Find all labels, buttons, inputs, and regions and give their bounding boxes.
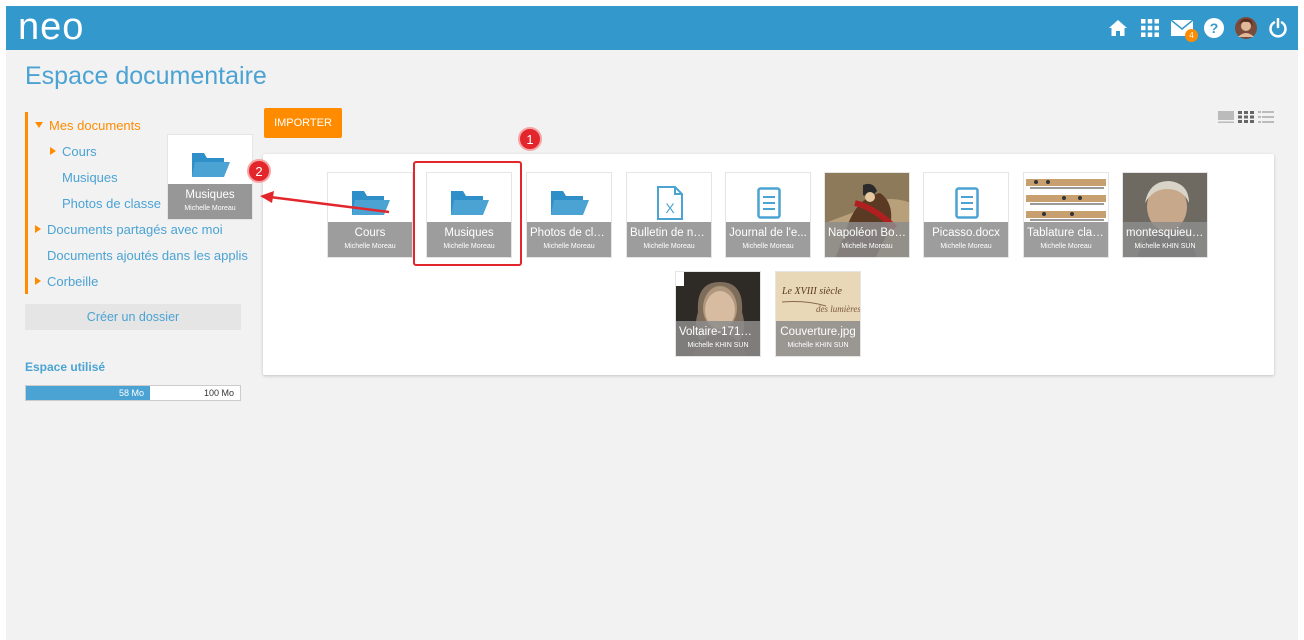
tile-name: Picasso.docx <box>932 227 1000 239</box>
tile-caption: Cours Michelle Moreau <box>328 222 412 257</box>
document-tile-napoleon[interactable]: Napoléon Bon... Michelle Moreau <box>824 172 910 258</box>
page-title: Espace documentaire <box>25 62 267 90</box>
storage-used-value: 58 Mo <box>118 388 144 398</box>
tile-owner: Michelle Moreau <box>543 243 595 250</box>
tree-item-label: Cours <box>62 143 97 159</box>
tile-caption: Couverture.jpg Michelle KHIN SUN <box>776 321 860 356</box>
document-tile-voltaire[interactable]: Voltaire-1718.... Michelle KHIN SUN <box>675 271 761 357</box>
drag-preview-musiques: Musiques Michelle Moreau <box>167 134 253 220</box>
document-tile-picasso[interactable]: Picasso.docx Michelle Moreau <box>923 172 1009 258</box>
tile-caption: Napoléon Bon... Michelle Moreau <box>825 222 909 257</box>
power-icon[interactable] <box>1266 16 1290 40</box>
svg-text:neo: neo <box>18 6 84 48</box>
document-tile-journal[interactable]: Journal de l'e... Michelle Moreau <box>725 172 811 258</box>
tree-item-label: Documents partagés avec moi <box>47 221 223 237</box>
create-folder-button[interactable]: Créer un dossier <box>25 304 241 330</box>
tile-name: Voltaire-1718.... <box>679 326 760 338</box>
tile-caption: Musiques Michelle Moreau <box>168 184 252 219</box>
tree-item-label: Corbeille <box>47 273 99 289</box>
tree-item-label: Musiques <box>62 169 118 185</box>
user-avatar[interactable] <box>1234 16 1258 40</box>
view-mode-toggles <box>1218 110 1274 124</box>
tile-owner: Michelle Moreau <box>742 243 794 250</box>
tree-item-label: Documents ajoutés dans les applis <box>47 247 248 263</box>
tile-caption: Voltaire-1718.... Michelle KHIN SUN <box>676 321 760 356</box>
tree-item-label: Photos de classe <box>62 195 162 211</box>
view-list-icon[interactable] <box>1258 110 1274 124</box>
tree-item-documents-applis[interactable]: Documents ajoutés dans les applis <box>28 242 248 268</box>
neo-logo[interactable]: neo <box>18 6 128 50</box>
tile-name: montesquieu_... <box>1126 227 1207 239</box>
tile-caption: Tablature clari... Michelle Moreau <box>1024 222 1108 257</box>
tile-caption: Picasso.docx Michelle Moreau <box>924 222 1008 257</box>
tile-name: Photos de cla... <box>530 227 610 239</box>
selection-highlight <box>413 161 522 266</box>
tile-owner: Michelle Moreau <box>940 243 992 250</box>
tree-item-label: Mes documents <box>49 117 141 133</box>
svg-text:Le XVIII siècle: Le XVIII siècle <box>781 286 843 297</box>
caret-down-icon <box>35 122 43 128</box>
tile-owner: Michelle KHIN SUN <box>687 342 749 349</box>
step-marker-2: 2 <box>247 159 271 183</box>
tile-caption: Bulletin de no... Michelle Moreau <box>627 222 711 257</box>
caret-right-icon <box>35 277 41 285</box>
view-large-icon[interactable] <box>1218 110 1234 124</box>
tile-owner: Michelle Moreau <box>184 205 236 212</box>
tile-caption: Journal de l'e... Michelle Moreau <box>726 222 810 257</box>
storage-progress-bar: 58 Mo 100 Mo <box>25 385 241 401</box>
tile-owner: Michelle KHIN SUN <box>1134 243 1196 250</box>
tile-owner: Michelle Moreau <box>841 243 893 250</box>
caret-right-icon <box>50 147 56 155</box>
tile-owner: Michelle Moreau <box>643 243 695 250</box>
drag-arrow <box>260 191 390 214</box>
tile-name: Tablature clari... <box>1027 227 1108 239</box>
tile-name: Journal de l'e... <box>729 227 807 239</box>
view-grid-icon[interactable] <box>1238 110 1254 124</box>
tile-caption: Photos de cla... Michelle Moreau <box>527 222 611 257</box>
mail-count-badge: 4 <box>1185 29 1198 42</box>
document-tile-photos-de-classe[interactable]: Photos de cla... Michelle Moreau <box>526 172 612 258</box>
tile-name: Musiques <box>185 189 235 201</box>
document-tile-tablature[interactable]: Tablature clari... Michelle Moreau <box>1023 172 1109 258</box>
tree-item-corbeille[interactable]: Corbeille <box>28 268 245 294</box>
home-icon[interactable] <box>1106 16 1130 40</box>
tile-name: Bulletin de no... <box>630 227 710 239</box>
tile-caption: montesquieu_... Michelle KHIN SUN <box>1123 222 1207 257</box>
svg-text:X: X <box>665 200 675 216</box>
app-frame: neo 4 ? Espace documentaire Mes document… <box>6 6 1298 640</box>
svg-text:?: ? <box>1210 20 1219 36</box>
document-tile-couverture[interactable]: Le XVIII siècle des lumières Couverture.… <box>775 271 861 357</box>
top-bar: neo 4 ? <box>6 6 1298 50</box>
mail-icon[interactable]: 4 <box>1170 16 1198 42</box>
step-marker-1: 1 <box>518 127 542 151</box>
tile-owner: Michelle KHIN SUN <box>787 342 849 349</box>
import-button[interactable]: IMPORTER <box>264 108 342 138</box>
storage-label: Espace utilisé <box>25 360 106 374</box>
apps-grid-icon[interactable] <box>1138 16 1162 40</box>
tile-owner: Michelle Moreau <box>1040 243 1092 250</box>
tile-name: Couverture.jpg <box>780 326 856 338</box>
caret-right-icon <box>35 225 41 233</box>
tile-owner: Michelle Moreau <box>344 243 396 250</box>
storage-total-value: 100 Mo <box>203 388 234 398</box>
tile-name: Napoléon Bon... <box>828 227 909 239</box>
document-tile-bulletin[interactable]: X Bulletin de no... Michelle Moreau <box>626 172 712 258</box>
document-tile-montesquieu[interactable]: montesquieu_... Michelle KHIN SUN <box>1122 172 1208 258</box>
help-icon[interactable]: ? <box>1202 16 1226 40</box>
